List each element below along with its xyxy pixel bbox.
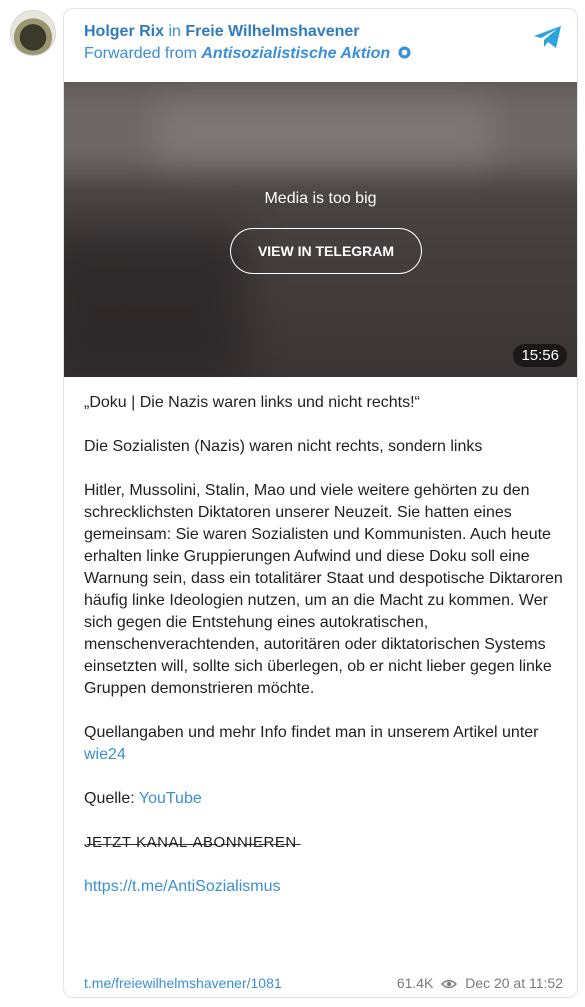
video-duration: 15:56 <box>513 344 567 367</box>
media-blur <box>154 102 494 162</box>
quelle-label: Quelle: <box>84 790 139 807</box>
post-body: Hitler, Mussolini, Stalin, Mao und viele… <box>84 482 563 697</box>
youtube-link[interactable]: YouTube <box>139 790 202 807</box>
forwarded-prefix: Forwarded from <box>84 45 202 62</box>
forwarded-source[interactable]: Antisozialistische Aktion <box>201 45 390 62</box>
forwarded-line: Forwarded from Antisozialistische Aktion <box>84 43 563 65</box>
message-header: Holger Rix in Freie Wilhelmshavener Forw… <box>84 21 563 71</box>
sources-text: Quellangaben und mehr Info findet man in… <box>84 724 539 741</box>
message-bubble: Holger Rix in Freie Wilhelmshavener Forw… <box>63 8 578 998</box>
channel-name[interactable]: Freie Wilhelmshavener <box>185 23 359 40</box>
channel-link[interactable]: https://t.me/AntiSozialismus <box>84 876 564 898</box>
author-name[interactable]: Holger Rix <box>84 23 164 40</box>
media-blur <box>64 232 244 377</box>
in-word: in <box>164 23 186 40</box>
post-title: „Doku | Die Nazis waren links und nicht … <box>84 394 420 411</box>
author-line: Holger Rix in Freie Wilhelmshavener <box>84 21 563 43</box>
post-date[interactable]: Dec 20 at 11:52 <box>465 975 563 991</box>
message-meta: 61.4K Dec 20 at 11:52 <box>397 975 563 991</box>
eye-icon <box>441 980 458 989</box>
channel-avatar[interactable] <box>10 10 56 56</box>
post-subtitle: Die Sozialisten (Nazis) waren nicht rech… <box>84 438 483 455</box>
subscribe-text: J̶E̶T̶Z̶T̶ ̶K̶A̶N̶A̶L̶ ̶A̶B̶O̶N̶N̶I̶E̶R̶… <box>84 834 297 851</box>
view-in-telegram-button[interactable]: VIEW IN TELEGRAM <box>230 228 422 274</box>
view-count: 61.4K <box>396 975 434 991</box>
wie24-link[interactable]: wie24 <box>84 746 126 763</box>
message-text: „Doku | Die Nazis waren links und nicht … <box>84 392 564 898</box>
sources-paragraph: Quellangaben und mehr Info findet man in… <box>84 722 564 766</box>
post-link[interactable]: t.me/freiewilhelmshavener/1081 <box>84 975 282 991</box>
quelle-paragraph: Quelle: YouTube <box>84 788 564 810</box>
media-preview: Media is too big VIEW IN TELEGRAM 15:56 <box>64 82 577 377</box>
telegram-icon[interactable] <box>533 25 563 49</box>
verified-icon <box>398 46 411 59</box>
media-message: Media is too big <box>264 190 377 207</box>
message-footer: t.me/freiewilhelmshavener/1081 61.4K Dec… <box>84 975 563 991</box>
